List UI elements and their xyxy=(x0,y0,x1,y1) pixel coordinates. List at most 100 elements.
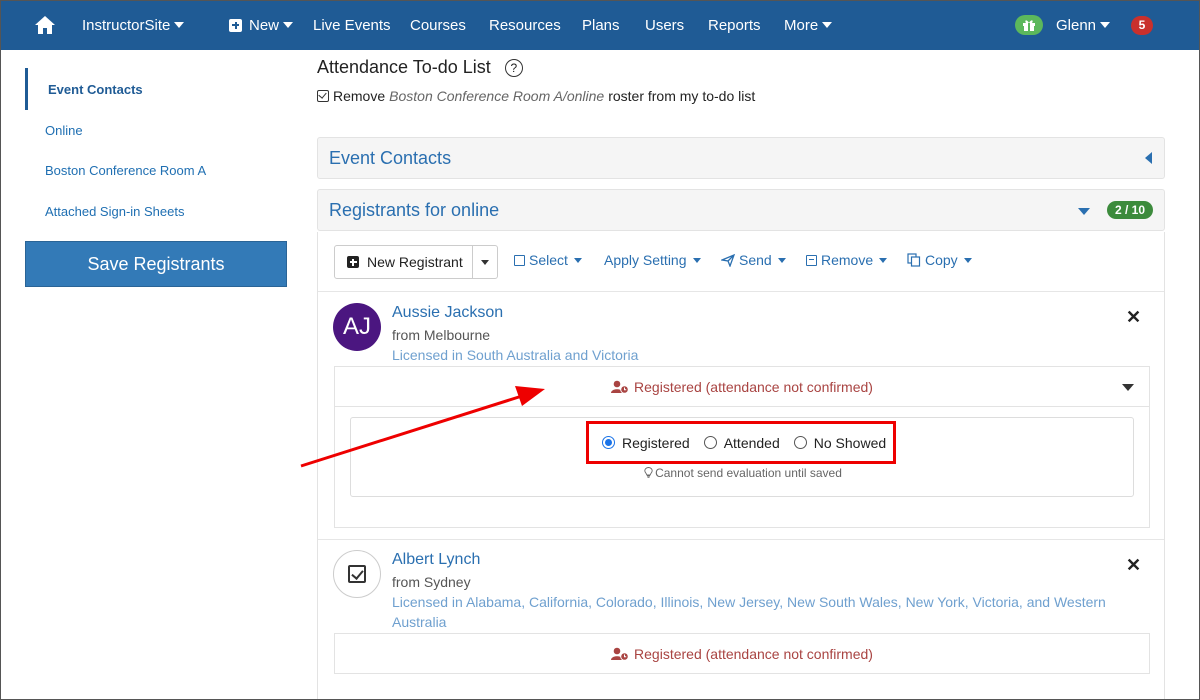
radio-unselected-icon[interactable] xyxy=(793,436,807,449)
registrant-location: from Melbourne xyxy=(392,327,491,343)
minus-square-icon xyxy=(806,254,817,266)
copy-icon xyxy=(907,253,921,267)
send-label: Send xyxy=(739,252,772,268)
todo-roster-name: Boston Conference Room A/online xyxy=(389,88,605,104)
attendance-radio-group: Registered Attended No Showed xyxy=(586,421,896,464)
nav-users[interactable]: Users xyxy=(645,0,684,50)
collapse-down-icon[interactable] xyxy=(1078,208,1090,215)
new-menu[interactable]: New xyxy=(229,0,294,50)
panel-title: Event Contacts xyxy=(329,147,452,168)
page-title: Attendance To-do List xyxy=(317,57,491,77)
registrant-location: from Sydney xyxy=(392,574,471,590)
apply-setting-menu[interactable]: Apply Setting xyxy=(604,252,701,268)
todo-suffix: roster from my to-do list xyxy=(608,88,756,104)
radio-label: No Showed xyxy=(813,434,887,451)
attendance-status-bar[interactable]: Registered (attendance not confirmed) xyxy=(334,633,1150,674)
registrants-panel-body: New Registrant Select Apply Setting Send… xyxy=(317,232,1165,700)
attendance-options-panel: Registered Attended No Showed Cannot sen… xyxy=(334,406,1150,528)
avatar xyxy=(333,550,381,598)
copy-label: Copy xyxy=(925,252,958,268)
registrant-name[interactable]: Albert Lynch xyxy=(392,551,480,569)
nav-plans[interactable]: Plans xyxy=(582,0,620,50)
square-icon xyxy=(514,254,525,266)
send-menu[interactable]: Send xyxy=(721,252,786,268)
nav-reports[interactable]: Reports xyxy=(708,0,761,50)
remove-label: Remove xyxy=(821,252,874,268)
brand-label: InstructorSite xyxy=(82,16,171,34)
sidebar-item-event-contacts[interactable]: Event Contacts xyxy=(25,68,287,110)
todo-header: Attendance To-do List ? xyxy=(317,57,523,78)
radio-attended[interactable]: Attended xyxy=(703,434,780,451)
event-contacts-panel-header[interactable]: Event Contacts xyxy=(317,137,1165,179)
nav-resources[interactable]: Resources xyxy=(489,0,561,50)
avatar: AJ xyxy=(333,303,381,351)
gift-icon xyxy=(1015,15,1043,35)
brand-menu[interactable]: InstructorSite xyxy=(82,0,185,50)
radio-selected-icon[interactable] xyxy=(602,436,615,449)
registrants-panel-header[interactable]: Registrants for online 2 / 10 xyxy=(317,189,1165,231)
chevron-down-icon xyxy=(174,22,185,28)
help-icon[interactable]: ? xyxy=(504,58,523,77)
user-name: Glenn xyxy=(1056,16,1097,34)
paper-plane-icon xyxy=(721,253,735,267)
select-menu[interactable]: Select xyxy=(514,252,582,268)
registrant-toolbar: New Registrant Select Apply Setting Send… xyxy=(318,232,1164,292)
evaluation-hint: Cannot send evaluation until saved xyxy=(351,466,1135,480)
close-icon[interactable]: ✕ xyxy=(1126,307,1141,328)
radio-no-showed[interactable]: No Showed xyxy=(793,434,887,451)
select-label: Select xyxy=(529,252,568,268)
todo-prefix: Remove xyxy=(333,88,386,104)
chevron-down-icon[interactable] xyxy=(1122,384,1134,391)
attendance-status-text: Registered (attendance not confirmed) xyxy=(634,378,873,395)
user-menu[interactable]: Glenn xyxy=(1056,0,1111,50)
nav-courses[interactable]: Courses xyxy=(410,0,466,50)
registrant-name[interactable]: Aussie Jackson xyxy=(392,304,503,322)
top-nav: InstructorSite New Live Events Courses R… xyxy=(0,0,1200,50)
registrant-card: Albert Lynch from Sydney Licensed in Ala… xyxy=(318,540,1164,700)
close-icon[interactable]: ✕ xyxy=(1126,555,1141,576)
checkbox-checked-icon[interactable] xyxy=(317,90,329,102)
gift-button[interactable] xyxy=(1015,0,1043,50)
radio-label: Registered xyxy=(622,434,690,451)
remove-menu[interactable]: Remove xyxy=(806,252,888,268)
new-registrant-dropdown[interactable] xyxy=(472,245,498,279)
user-clock-icon xyxy=(611,380,629,394)
plus-icon xyxy=(229,18,242,32)
checkbox-checked-icon xyxy=(348,565,366,583)
apply-setting-label: Apply Setting xyxy=(604,252,687,268)
new-registrant-label: New Registrant xyxy=(367,254,463,270)
plus-icon xyxy=(347,256,359,268)
radio-label: Attended xyxy=(723,434,780,451)
home-icon[interactable] xyxy=(34,0,56,50)
radio-registered[interactable]: Registered xyxy=(602,435,690,451)
nav-more[interactable]: More xyxy=(784,0,833,50)
chevron-down-icon xyxy=(573,257,582,263)
chevron-down-icon xyxy=(283,22,294,28)
chevron-down-icon xyxy=(692,257,701,263)
radio-unselected-icon[interactable] xyxy=(703,436,717,449)
todo-remove-option[interactable]: Remove Boston Conference Room A/online r… xyxy=(317,88,755,104)
collapse-left-icon[interactable] xyxy=(1145,152,1152,164)
sidebar-item-online[interactable]: Online xyxy=(25,123,287,138)
chevron-down-icon xyxy=(879,257,888,263)
sidebar-item-boston-conference-room[interactable]: Boston Conference Room A xyxy=(25,163,287,178)
new-label: New xyxy=(249,16,280,34)
chevron-down-icon xyxy=(777,257,786,263)
registrant-card: AJ Aussie Jackson from Melbourne License… xyxy=(318,292,1164,540)
registrant-count-badge: 2 / 10 xyxy=(1106,201,1153,219)
registrant-license: Licensed in South Australia and Victoria xyxy=(392,347,639,363)
notifications-button[interactable]: 5 xyxy=(1131,0,1153,50)
chevron-down-icon xyxy=(1100,22,1111,28)
copy-menu[interactable]: Copy xyxy=(907,252,972,268)
new-registrant-button[interactable]: New Registrant xyxy=(334,245,473,279)
sidebar-item-attached-sign-in-sheets[interactable]: Attached Sign-in Sheets xyxy=(25,204,287,219)
attendance-options-box: Registered Attended No Showed Cannot sen… xyxy=(350,417,1134,497)
panel-title: Registrants for online xyxy=(329,199,500,220)
attendance-status-bar[interactable]: Registered (attendance not confirmed) xyxy=(334,366,1150,407)
save-registrants-button[interactable]: Save Registrants xyxy=(25,241,287,287)
hint-text: Cannot send evaluation until saved xyxy=(655,466,842,480)
nav-live-events[interactable]: Live Events xyxy=(313,0,391,50)
registrant-license: Licensed in Alabama, California, Colorad… xyxy=(392,594,1106,630)
lightbulb-icon xyxy=(644,467,653,478)
chevron-down-icon xyxy=(481,259,489,265)
